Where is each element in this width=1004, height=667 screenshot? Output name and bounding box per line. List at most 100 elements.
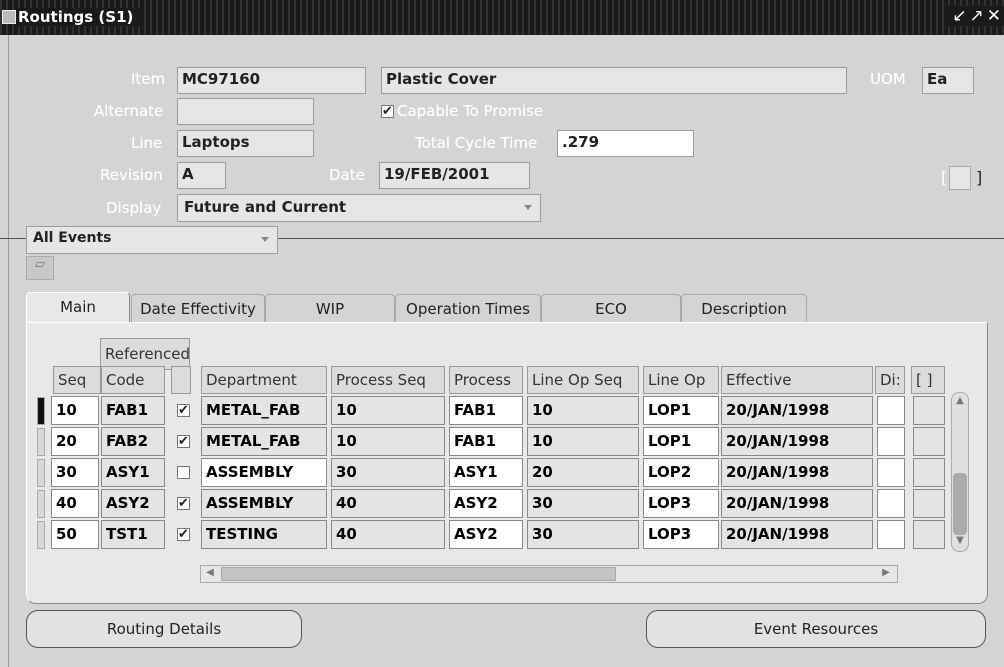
row-indicator[interactable] [37, 521, 45, 549]
descriptive-flexfield[interactable] [949, 166, 971, 190]
close-icon[interactable]: ✕ [987, 6, 1004, 26]
line-op-cell[interactable]: LOP3 [643, 489, 719, 518]
department-cell[interactable]: TESTING [201, 520, 327, 549]
line-op-cell[interactable]: LOP1 [643, 396, 719, 425]
disable-cell[interactable] [877, 396, 905, 425]
event-resources-button[interactable]: Event Resources [646, 610, 986, 648]
display-select[interactable]: Future and Current [177, 194, 541, 222]
code-cell[interactable]: TST1 [101, 520, 165, 549]
maximize-icon[interactable]: ↗ [970, 6, 987, 26]
code-cell[interactable]: FAB2 [101, 427, 165, 456]
alternate-label: Alternate [94, 102, 164, 120]
seq-cell[interactable]: 10 [51, 396, 99, 425]
tab-eco[interactable]: ECO [541, 294, 681, 324]
line-op-seq-cell[interactable]: 20 [527, 458, 639, 487]
scroll-down-icon[interactable]: ▼ [954, 535, 966, 549]
disable-cell[interactable] [877, 489, 905, 518]
events-select[interactable]: All Events [26, 226, 278, 254]
col-referenced-header [171, 366, 191, 394]
line-op-cell[interactable]: LOP2 [643, 458, 719, 487]
row-indicator[interactable] [37, 459, 45, 487]
process-seq-cell[interactable]: 40 [331, 489, 445, 518]
process-seq-cell[interactable]: 40 [331, 520, 445, 549]
department-cell[interactable]: ASSEMBLY [201, 489, 327, 518]
seq-cell[interactable]: 50 [51, 520, 99, 549]
referenced-checkbox[interactable] [177, 466, 190, 479]
flex-cell[interactable] [913, 520, 945, 549]
referenced-checkbox[interactable]: ✔ [177, 528, 190, 541]
process-cell[interactable]: FAB1 [449, 396, 523, 425]
line-field[interactable]: Laptops [177, 130, 314, 157]
ctp-label: Capable To Promise [397, 102, 544, 120]
department-cell[interactable]: METAL_FAB [201, 396, 327, 425]
tab-date-effectivity[interactable]: Date Effectivity [131, 294, 265, 324]
item-description-field[interactable]: Plastic Cover [381, 67, 847, 94]
line-op-cell[interactable]: LOP1 [643, 427, 719, 456]
alternate-field[interactable] [177, 98, 314, 125]
scroll-left-icon[interactable]: ◀ [203, 567, 217, 581]
flex-cell[interactable] [913, 427, 945, 456]
seq-cell[interactable]: 20 [51, 427, 99, 456]
code-cell[interactable]: ASY1 [101, 458, 165, 487]
folder-icon[interactable]: ▱ [26, 256, 54, 280]
line-op-seq-cell[interactable]: 10 [527, 427, 639, 456]
row-indicator-current[interactable] [37, 397, 45, 425]
tab-operation-times[interactable]: Operation Times [395, 294, 541, 324]
vertical-scrollbar[interactable]: ▲ ▼ [951, 392, 969, 552]
col-line-op-header: Line Op [643, 366, 719, 394]
item-field[interactable]: MC97160 [177, 67, 366, 94]
descriptive-flex-close: ] [976, 168, 983, 187]
line-op-seq-cell[interactable]: 30 [527, 489, 639, 518]
disable-cell[interactable] [877, 520, 905, 549]
effective-cell[interactable]: 20/JAN/1998 [721, 520, 873, 549]
flex-cell[interactable] [913, 396, 945, 425]
revision-field[interactable]: A [177, 162, 226, 189]
seq-cell[interactable]: 40 [51, 489, 99, 518]
code-cell[interactable]: ASY2 [101, 489, 165, 518]
process-seq-cell[interactable]: 10 [331, 396, 445, 425]
effective-cell[interactable]: 20/JAN/1998 [721, 458, 873, 487]
routing-details-button[interactable]: Routing Details [26, 610, 302, 648]
effective-cell[interactable]: 20/JAN/1998 [721, 427, 873, 456]
scroll-right-icon[interactable]: ▶ [879, 567, 893, 581]
tab-description[interactable]: Description [681, 294, 807, 324]
date-field[interactable]: 19/FEB/2001 [379, 162, 530, 189]
minimize-icon[interactable]: ↙ [952, 6, 969, 26]
flex-cell[interactable] [913, 489, 945, 518]
horizontal-scrollbar[interactable]: ◀ ▶ [200, 565, 898, 583]
line-op-cell[interactable]: LOP3 [643, 520, 719, 549]
events-select-value: All Events [33, 230, 112, 246]
process-seq-cell[interactable]: 30 [331, 458, 445, 487]
cycle-time-field[interactable]: .279 [557, 130, 694, 157]
effective-cell[interactable]: 20/JAN/1998 [721, 396, 873, 425]
department-cell[interactable]: ASSEMBLY [201, 458, 327, 487]
disable-cell[interactable] [877, 427, 905, 456]
process-cell[interactable]: ASY2 [449, 520, 523, 549]
process-seq-cell[interactable]: 10 [331, 427, 445, 456]
process-cell[interactable]: ASY2 [449, 489, 523, 518]
row-indicator[interactable] [37, 490, 45, 518]
code-cell[interactable]: FAB1 [101, 396, 165, 425]
app-icon [2, 10, 16, 24]
vertical-scroll-thumb[interactable] [953, 473, 967, 535]
referenced-checkbox[interactable]: ✔ [177, 404, 190, 417]
ctp-checkbox[interactable]: ✔ [381, 105, 394, 118]
horizontal-scroll-thumb[interactable] [221, 567, 616, 581]
row-indicator[interactable] [37, 428, 45, 456]
line-op-seq-cell[interactable]: 10 [527, 396, 639, 425]
seq-cell[interactable]: 30 [51, 458, 99, 487]
uom-field[interactable]: Ea [922, 67, 974, 94]
line-op-seq-cell[interactable]: 30 [527, 520, 639, 549]
scroll-up-icon[interactable]: ▲ [954, 395, 966, 409]
flex-cell[interactable] [913, 458, 945, 487]
process-cell[interactable]: FAB1 [449, 427, 523, 456]
department-cell[interactable]: METAL_FAB [201, 427, 327, 456]
disable-cell[interactable] [877, 458, 905, 487]
effective-cell[interactable]: 20/JAN/1998 [721, 489, 873, 518]
referenced-checkbox[interactable]: ✔ [177, 435, 190, 448]
tab-wip[interactable]: WIP [265, 294, 395, 324]
col-effective-header: Effective [721, 366, 873, 394]
process-cell[interactable]: ASY1 [449, 458, 523, 487]
tab-main[interactable]: Main [26, 292, 130, 326]
referenced-checkbox[interactable]: ✔ [177, 497, 190, 510]
